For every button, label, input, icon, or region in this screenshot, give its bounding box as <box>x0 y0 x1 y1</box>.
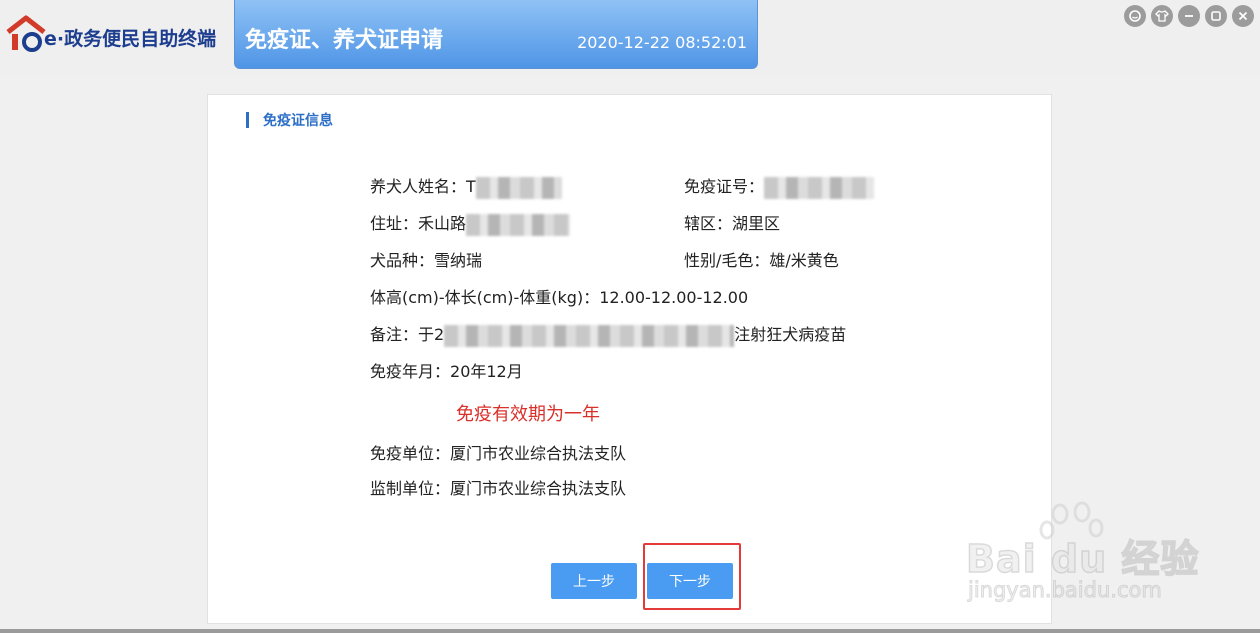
remark-prefix: 于2 <box>418 325 445 344</box>
address-row: 住址：禾山路 <box>370 210 571 236</box>
redacted-remark <box>444 324 735 347</box>
owner-name-row: 养犬人姓名：T <box>370 173 562 199</box>
address-label: 住址： <box>370 214 419 233</box>
size-value: 12.00-12.00-12.00 <box>599 288 749 307</box>
district-row: 辖区：湖里区 <box>684 210 780 234</box>
breed-label: 犬品种： <box>370 251 435 270</box>
app-logo-text: e·政务便民自助终端 <box>44 27 217 50</box>
watermark-brand: Bai du 经验 <box>965 536 1200 582</box>
prev-step-button[interactable]: 上一步 <box>551 563 637 599</box>
cert-number-label: 免疫证号： <box>684 177 765 196</box>
minimize-icon <box>1185 15 1193 17</box>
top-bar: e·政务便民自助终端 免疫证、养犬证申请 2020-12-22 08:52:01 <box>0 0 1260 74</box>
vacc-unit-value: 厦门市农业综合执法支队 <box>450 444 627 463</box>
baidu-watermark: Bai du 经验 jingyan.baidu.com <box>965 500 1200 610</box>
district-label: 辖区： <box>684 214 733 233</box>
house-logo-icon <box>6 15 46 52</box>
sex-color-row: 性别/毛色：雄/米黄色 <box>684 247 839 271</box>
feedback-button[interactable] <box>1124 5 1146 27</box>
close-icon <box>1238 11 1248 21</box>
cert-number-row: 免疫证号： <box>684 173 875 199</box>
maximize-icon <box>1211 11 1221 21</box>
chat-icon <box>1129 10 1141 22</box>
address-value: 禾山路 <box>418 214 467 233</box>
skin-button[interactable] <box>1151 5 1173 27</box>
page-title-tab: 免疫证、养犬证申请 2020-12-22 08:52:01 <box>234 0 758 69</box>
district-value: 湖里区 <box>732 214 781 233</box>
window-controls <box>1124 5 1254 27</box>
sex-color-label: 性别/毛色： <box>684 251 770 270</box>
close-button[interactable] <box>1232 5 1254 27</box>
redacted-owner-name <box>475 176 562 199</box>
size-row: 体高(cm)-体长(cm)-体重(kg)：12.00-12.00-12.00 <box>370 284 748 308</box>
maximize-button[interactable] <box>1205 5 1227 27</box>
section-accent-bar <box>246 112 249 128</box>
page-title: 免疫证、养犬证申请 <box>245 28 444 53</box>
bottom-scroll-strip <box>0 629 1260 633</box>
minimize-button[interactable] <box>1178 5 1200 27</box>
supervise-unit-label: 监制单位： <box>370 479 451 498</box>
next-button-highlight <box>643 543 741 610</box>
owner-name-value: T <box>466 177 476 196</box>
vacc-month-label: 免疫年月： <box>370 362 451 381</box>
remark-row: 备注：于2 注射狂犬病疫苗 <box>370 321 846 347</box>
breed-row: 犬品种：雪纳瑞 <box>370 247 482 271</box>
supervise-unit-value: 厦门市农业综合执法支队 <box>450 479 627 498</box>
app-logo: e·政务便民自助终端 <box>6 14 216 54</box>
remark-label: 备注： <box>370 325 419 344</box>
sex-color-value: 雄/米黄色 <box>769 251 839 270</box>
vacc-month-value: 20年12月 <box>450 362 523 381</box>
size-label: 体高(cm)-体长(cm)-体重(kg)： <box>370 288 600 307</box>
section-title: 免疫证信息 <box>263 113 333 129</box>
shirt-icon <box>1155 10 1169 22</box>
remark-suffix: 注射狂犬病疫苗 <box>734 325 847 344</box>
vacc-month-row: 免疫年月：20年12月 <box>370 358 523 382</box>
vacc-unit-row: 免疫单位：厦门市农业综合执法支队 <box>370 440 626 464</box>
breed-value: 雪纳瑞 <box>434 251 483 270</box>
validity-notice: 免疫有效期为一年 <box>456 404 600 425</box>
vacc-unit-label: 免疫单位： <box>370 444 451 463</box>
watermark-url: jingyan.baidu.com <box>968 578 1163 603</box>
certificate-info-card: 免疫证信息 养犬人姓名：T 免疫证号： 住址：禾山路 辖区：湖里区 犬品种：雪纳… <box>207 94 1052 624</box>
section-header: 免疫证信息 <box>246 111 333 129</box>
redacted-address <box>466 213 571 236</box>
supervise-unit-row: 监制单位：厦门市农业综合执法支队 <box>370 475 626 499</box>
datetime-display: 2020-12-22 08:52:01 <box>577 33 747 52</box>
owner-name-label: 养犬人姓名： <box>370 177 467 196</box>
redacted-cert-number <box>764 176 875 199</box>
